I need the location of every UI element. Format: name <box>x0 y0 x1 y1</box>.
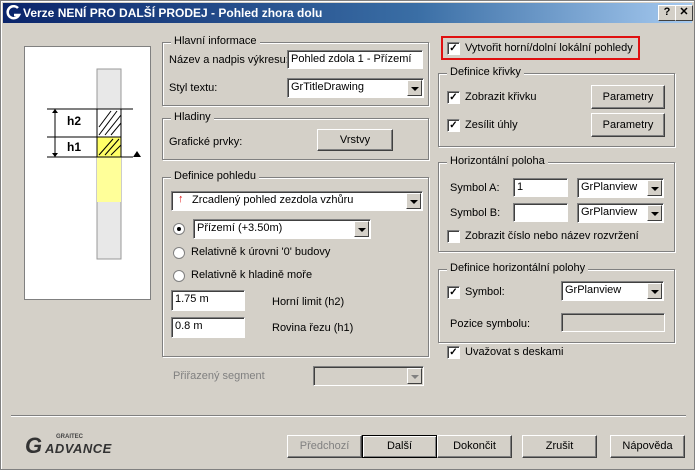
thicken-angles-checkbox[interactable]: ✓ <box>447 119 460 132</box>
level-select[interactable]: Přízemí (+3.50m) <box>193 219 371 239</box>
h2-label: h2 <box>67 114 82 128</box>
symbol-label[interactable]: Symbol: <box>465 286 505 298</box>
cancel-button[interactable]: Zrušit <box>522 435 597 458</box>
graphic-elements-label: Grafické prvky: <box>169 136 243 148</box>
upper-limit-label: Horní limit (h2) <box>272 296 345 308</box>
symbol-a-label: Symbol A: <box>450 182 500 194</box>
symbol-position-label: Pozice symbolu: <box>450 318 531 330</box>
symbol-b-style-select[interactable]: GrPlanview <box>577 203 664 223</box>
section-diagram <box>47 68 141 260</box>
level-value: Přízemí (+3.50m) <box>197 222 283 234</box>
show-name-checkbox[interactable] <box>447 230 460 243</box>
show-curve-checkbox[interactable]: ✓ <box>447 91 460 104</box>
chevron-down-icon[interactable] <box>647 205 662 221</box>
text-style-select[interactable]: GrTitleDrawing <box>287 78 424 98</box>
show-name-label[interactable]: Zobrazit číslo nebo název rozvržení <box>465 230 639 242</box>
next-button[interactable]: Další <box>362 435 437 458</box>
brand-g-logo: G <box>25 433 43 458</box>
local-views-label[interactable]: Vytvořit horní/dolní lokální pohledy <box>465 42 633 54</box>
finish-button[interactable]: Dokončit <box>437 435 512 458</box>
help-button[interactable]: Nápověda <box>610 435 685 458</box>
text-style-value: GrTitleDrawing <box>291 81 364 93</box>
horizontal-position-caption: Horizontální poloha <box>447 155 548 167</box>
layers-button[interactable]: Vrstvy <box>317 129 393 151</box>
chevron-down-icon[interactable] <box>407 80 422 96</box>
chevron-down-icon[interactable] <box>647 283 662 299</box>
drawing-name-label: Název a nadpis výkresu: <box>169 54 289 66</box>
brand-graitec: GRAITEC <box>56 434 83 440</box>
cut-plane-label: Rovina řezu (h1) <box>272 322 354 334</box>
symbol-position-input <box>561 313 665 332</box>
angles-params-button[interactable]: Parametry <box>591 113 665 137</box>
footer-separator <box>11 415 686 417</box>
symbol-a-style-value: GrPlanview <box>581 181 638 193</box>
main-info-caption: Hlavní informace <box>171 35 260 47</box>
dialog-window: Verze NENÍ PRO DALŠÍ PRODEJ - Pohled zho… <box>0 0 695 470</box>
help-title-button[interactable]: ? <box>658 5 676 21</box>
chevron-down-icon[interactable] <box>406 193 421 209</box>
close-title-button[interactable]: ✕ <box>675 5 693 21</box>
slabs-label[interactable]: Uvažovat s deskami <box>465 346 563 358</box>
slabs-checkbox[interactable]: ✓ <box>447 346 460 359</box>
curve-params-button[interactable]: Parametry <box>591 85 665 109</box>
arrow-up-icon: ↑ <box>178 193 184 205</box>
level-radio[interactable] <box>173 223 185 235</box>
symbol-style-select[interactable]: GrPlanview <box>561 281 664 301</box>
view-type-value: Zrcadlený pohled zezdola vzhůru <box>192 194 354 206</box>
segment-select <box>313 366 424 386</box>
text-style-label: Styl textu: <box>169 82 218 94</box>
h1-label: h1 <box>67 140 82 154</box>
horizontal-position-definition-caption: Definice horizontální polohy <box>447 262 589 274</box>
view-preview: h2 h1 <box>24 46 151 300</box>
brand-advance: ADVANCE <box>45 441 112 456</box>
chevron-down-icon[interactable] <box>647 180 662 196</box>
drawing-name-input[interactable]: Pohled zdola 1 - Přízemí <box>287 50 423 69</box>
relative-zero-radio[interactable] <box>173 247 185 259</box>
chevron-down-icon <box>407 368 422 384</box>
sea-level-label[interactable]: Relativně k hladině moře <box>191 269 312 281</box>
graitec-g-icon <box>6 5 22 20</box>
cut-plane-input[interactable]: 0.8 m <box>171 317 245 338</box>
view-type-select[interactable]: ↑ Zrcadlený pohled zezdola vzhůru <box>171 191 423 211</box>
sea-level-radio[interactable] <box>173 270 185 282</box>
relative-zero-label[interactable]: Relativně k úrovni '0' budovy <box>191 246 330 258</box>
show-curve-label[interactable]: Zobrazit křivku <box>465 91 537 103</box>
layers-caption: Hladiny <box>171 111 214 123</box>
symbol-b-input[interactable] <box>513 203 568 222</box>
segment-label: Přiřazený segment <box>173 370 265 382</box>
title-bar[interactable]: Verze NENÍ PRO DALŠÍ PRODEJ - Pohled zho… <box>3 3 693 23</box>
symbol-style-value: GrPlanview <box>565 284 622 296</box>
local-views-checkbox[interactable]: ✓ <box>447 42 460 55</box>
symbol-checkbox[interactable]: ✓ <box>447 286 460 299</box>
symbol-b-style-value: GrPlanview <box>581 206 638 218</box>
symbol-a-input[interactable]: 1 <box>513 178 568 197</box>
previous-button: Předchozí <box>287 435 362 458</box>
thicken-angles-label[interactable]: Zesílit úhly <box>465 119 518 131</box>
chevron-down-icon[interactable] <box>354 221 369 237</box>
symbol-b-label: Symbol B: <box>450 207 501 219</box>
upper-limit-input[interactable]: 1.75 m <box>171 290 245 311</box>
symbol-a-style-select[interactable]: GrPlanview <box>577 178 664 198</box>
view-definition-caption: Definice pohledu <box>171 170 259 182</box>
window-title: Verze NENÍ PRO DALŠÍ PRODEJ - Pohled zho… <box>23 6 323 20</box>
curve-definition-caption: Definice křivky <box>447 66 524 78</box>
